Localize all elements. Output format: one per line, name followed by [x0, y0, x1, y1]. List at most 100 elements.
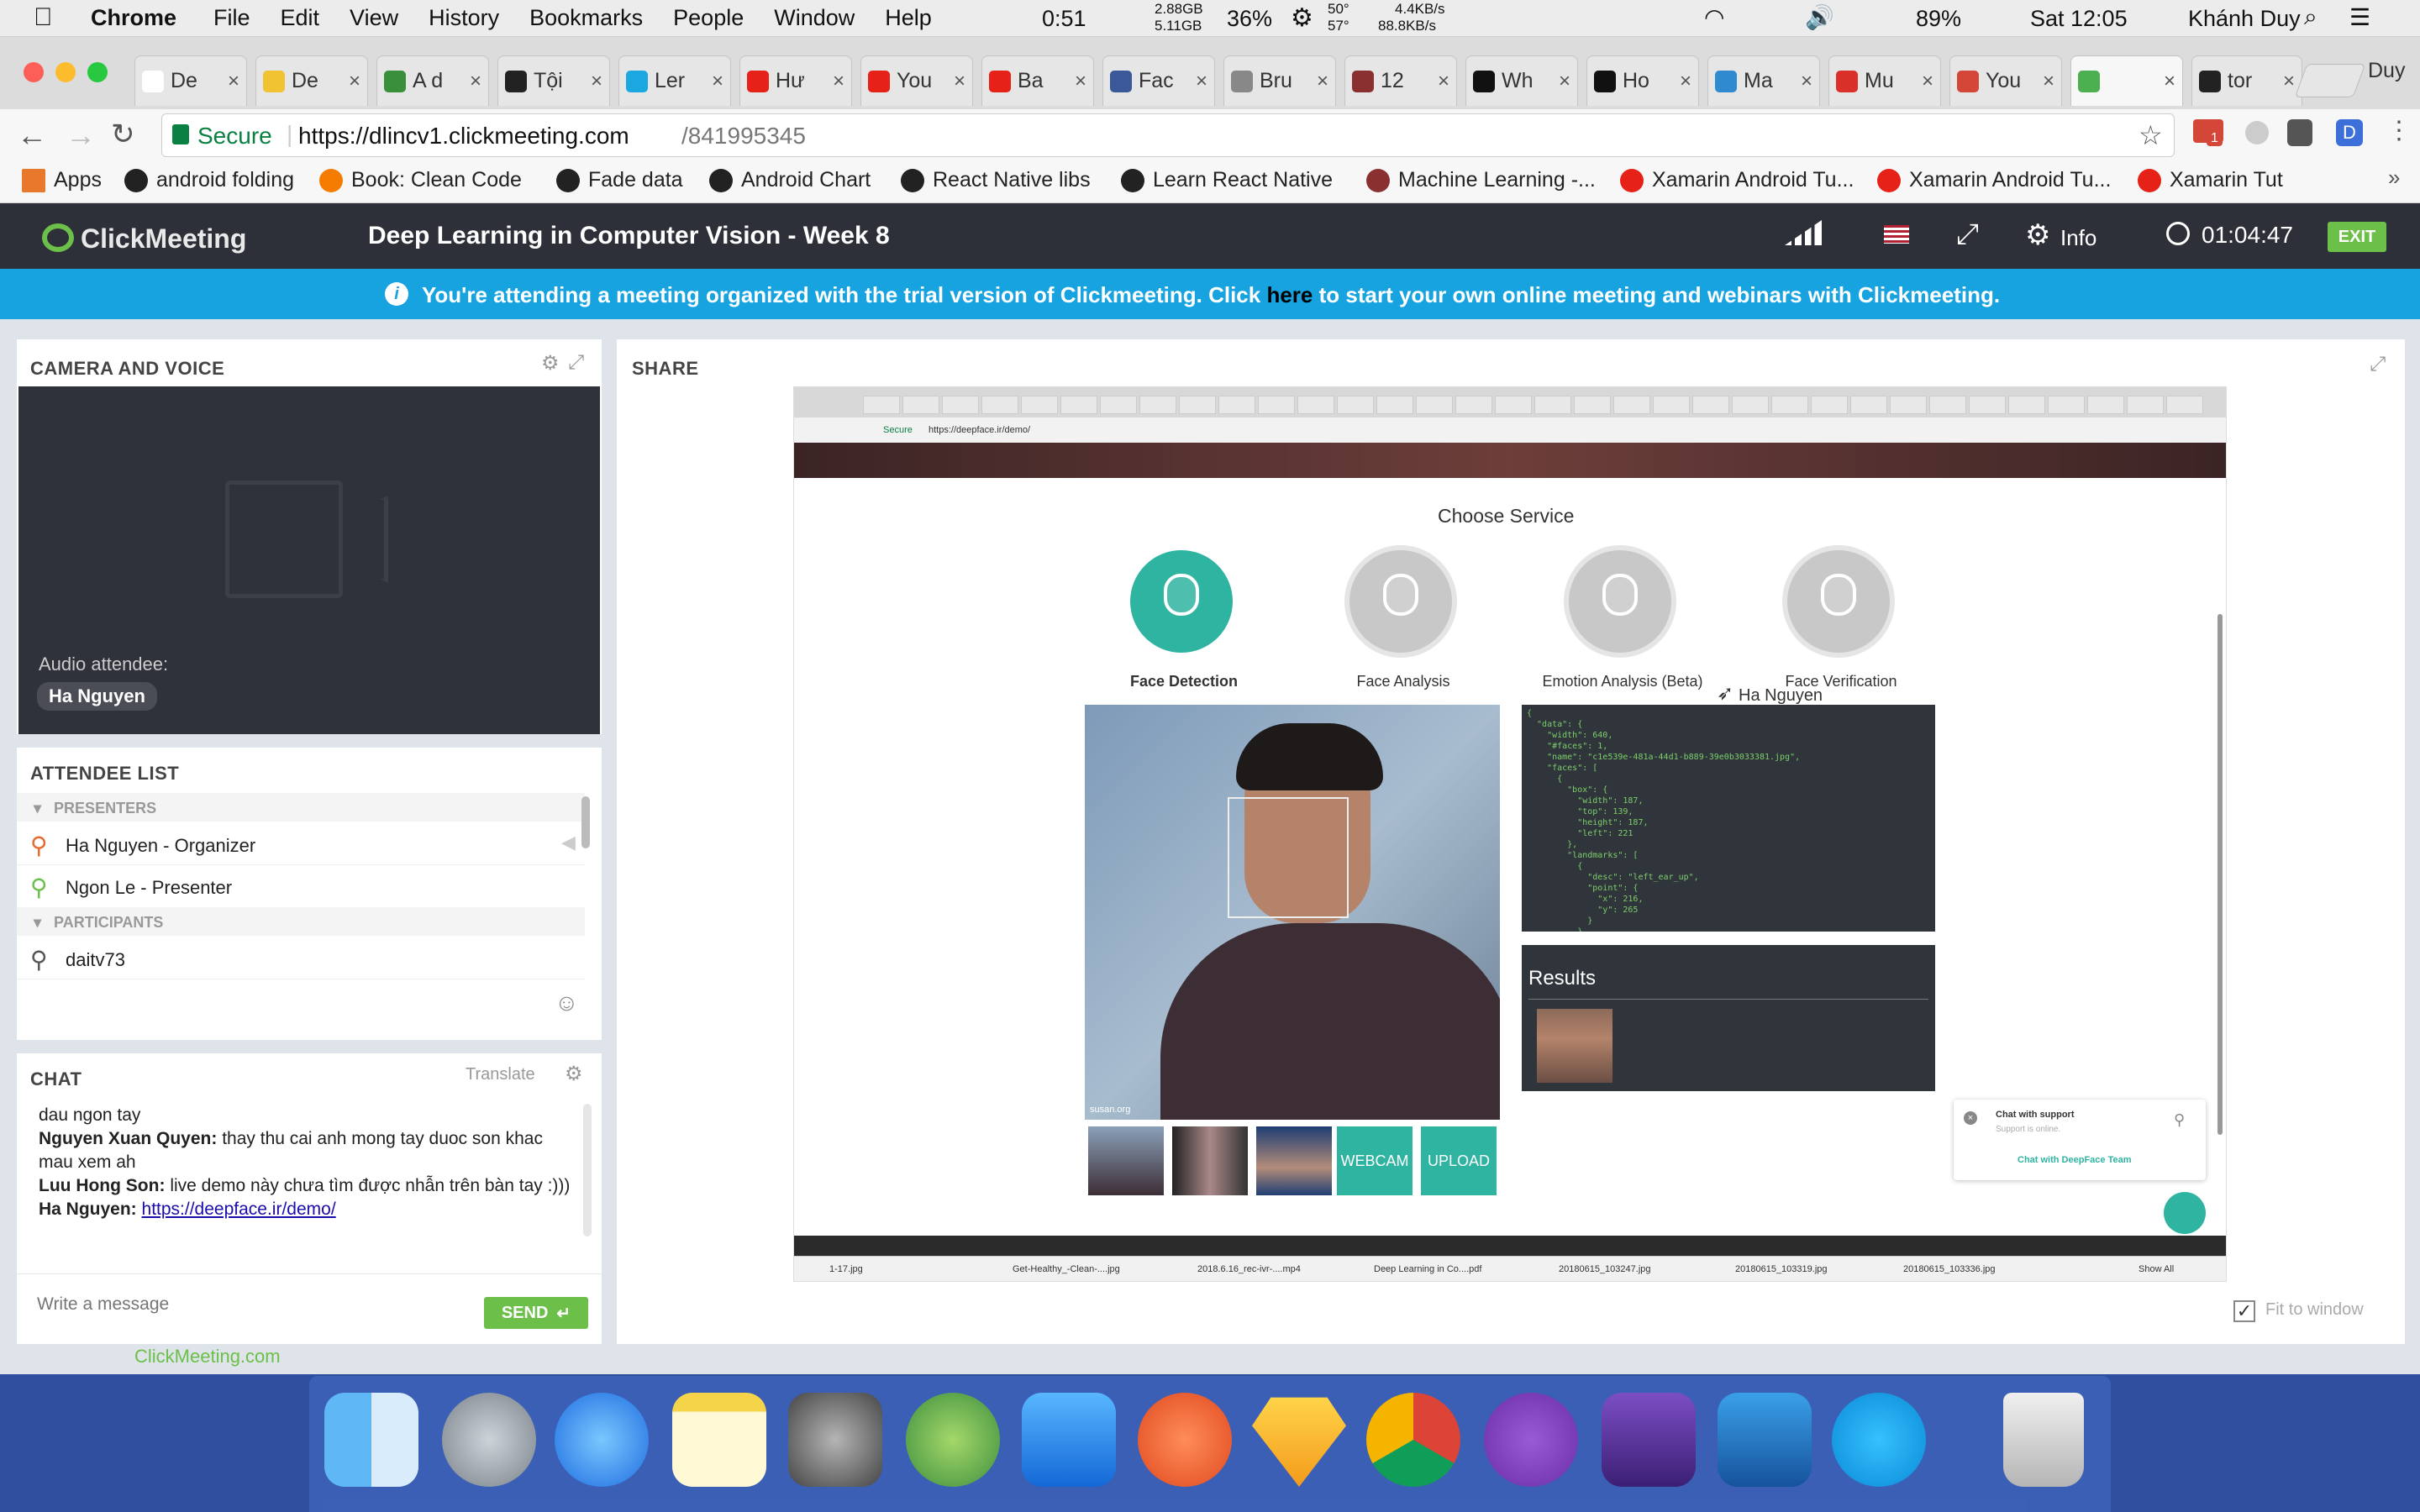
bookmark-item[interactable]: Learn React Native	[1121, 168, 1333, 192]
close-window-button[interactable]	[24, 62, 44, 82]
chrome-icon[interactable]	[1366, 1393, 1460, 1487]
visual-studio-icon[interactable]	[1602, 1393, 1696, 1487]
bookmark-item[interactable]: React Native libs	[901, 168, 1091, 192]
camera-expand-icon[interactable]: ⤢	[568, 351, 584, 375]
tab-close-icon[interactable]: ×	[1559, 70, 1570, 93]
maximize-window-button[interactable]	[87, 62, 108, 82]
download-item[interactable]: 1-17.jpg	[829, 1264, 863, 1274]
browser-tab[interactable]: You ×	[860, 55, 973, 106]
tab-close-icon[interactable]: ×	[1680, 70, 1691, 93]
browser-tab[interactable]: Fac ×	[1102, 55, 1215, 106]
bookmark-item[interactable]: Fade data	[556, 168, 683, 192]
apple-icon[interactable]: 	[34, 3, 53, 32]
tab-close-icon[interactable]: ×	[591, 70, 602, 93]
shared-scrollbar[interactable]	[2217, 614, 2223, 1135]
volume-icon[interactable]: 🔊	[1805, 3, 1834, 31]
notification-center-icon[interactable]: ☰	[2349, 3, 2370, 31]
skype-icon[interactable]	[1832, 1393, 1926, 1487]
tab-close-icon[interactable]: ×	[1801, 70, 1812, 93]
postman-icon[interactable]	[1138, 1393, 1232, 1487]
finder-icon[interactable]	[324, 1393, 418, 1487]
menu-help[interactable]: Help	[885, 5, 932, 31]
service-label[interactable]: Face Detection	[1092, 673, 1276, 690]
menu-view[interactable]: View	[350, 5, 398, 31]
tab-close-icon[interactable]: ×	[1075, 70, 1086, 93]
sample-thumbnail-1[interactable]	[1088, 1126, 1164, 1195]
tab-close-icon[interactable]: ×	[228, 70, 239, 93]
browser-tab[interactable]: De ×	[255, 55, 368, 106]
wifi-icon[interactable]: ◠	[1704, 3, 1724, 31]
upload-button[interactable]: UPLOAD	[1421, 1126, 1497, 1195]
bookmark-star-icon[interactable]: ☆	[2139, 119, 2163, 151]
sample-thumbnail-2[interactable]	[1172, 1126, 1248, 1195]
info-button[interactable]: Info	[2060, 225, 2096, 251]
service-face-analysis-icon[interactable]	[1344, 545, 1457, 658]
menu-people[interactable]: People	[673, 5, 744, 31]
participant-row[interactable]: ⚲ daitv73	[17, 937, 585, 979]
fullscreen-icon[interactable]: ⤢	[1956, 218, 1979, 251]
dashlane-extension-icon[interactable]: D	[2336, 119, 2363, 146]
tab-close-icon[interactable]: ×	[833, 70, 844, 93]
camera-settings-gear-icon[interactable]: ⚙	[541, 351, 560, 375]
browser-tab[interactable]: Mu ×	[1828, 55, 1941, 106]
forward-arrow-icon[interactable]: →	[66, 118, 96, 153]
chat-log[interactable]: dau ngon tay Nguyen Xuan Quyen: thay thu …	[39, 1104, 576, 1238]
info-gear-icon[interactable]: ⚙	[2025, 218, 2050, 252]
face-photo[interactable]: susan.org	[1085, 705, 1500, 1120]
tab-close-icon[interactable]: ×	[1317, 70, 1328, 93]
bookmark-item[interactable]: Book: Clean Code	[319, 168, 522, 192]
language-flag-icon[interactable]	[1884, 225, 1909, 244]
clock[interactable]: Sat 12:05	[2030, 6, 2128, 32]
bookmarks-overflow-icon[interactable]: »	[2388, 165, 2400, 191]
user-name[interactable]: Khánh Duy	[2188, 6, 2301, 32]
chat-message-input[interactable]	[37, 1285, 491, 1324]
bookmark-item[interactable]: Xamarin Android Tu...	[1620, 168, 1854, 192]
bookmark-item[interactable]: android folding	[124, 168, 294, 192]
download-item[interactable]: Get-Healthy_-Clean-....jpg	[1013, 1264, 1120, 1274]
tab-close-icon[interactable]: ×	[2283, 70, 2295, 93]
chat-settings-gear-icon[interactable]: ⚙	[565, 1062, 583, 1086]
support-close-icon[interactable]: ×	[1964, 1111, 1977, 1125]
support-chat-widget[interactable]: × Chat with support Support is online. ⚲…	[1954, 1100, 2206, 1180]
browser-tab[interactable]: You ×	[1949, 55, 2062, 106]
collapse-triangle-icon[interactable]: ▾	[34, 800, 45, 816]
tab-close-icon[interactable]: ×	[1196, 70, 1207, 93]
download-item[interactable]: Deep Learning in Co....pdf	[1374, 1264, 1481, 1274]
browser-tab[interactable]: A d ×	[376, 55, 489, 106]
browser-tab[interactable]: De ×	[134, 55, 247, 106]
browser-tab[interactable]: ×	[2070, 55, 2183, 106]
reload-icon[interactable]: ↻	[111, 118, 135, 151]
tab-close-icon[interactable]: ×	[954, 70, 965, 93]
tab-close-icon[interactable]: ×	[2164, 70, 2175, 93]
menu-dots-icon[interactable]: ⋮	[2386, 116, 2412, 145]
support-chat-bubble-icon[interactable]	[2164, 1192, 2206, 1234]
show-all-downloads[interactable]: Show All	[2139, 1264, 2174, 1274]
tab-close-icon[interactable]: ×	[2043, 70, 2054, 93]
chat-scrollbar[interactable]	[583, 1104, 592, 1236]
download-item[interactable]: 2018.6.16_rec-ivr-....mp4	[1197, 1264, 1301, 1274]
url-bar[interactable]: Secure | https://dlincv1.clickmeeting.co…	[161, 113, 2175, 157]
browser-tab[interactable]: Ho ×	[1586, 55, 1699, 106]
vscode-icon[interactable]	[1718, 1393, 1812, 1487]
new-tab-button[interactable]	[2294, 64, 2366, 97]
xcode-icon[interactable]	[1022, 1393, 1116, 1487]
tab-close-icon[interactable]: ×	[349, 70, 360, 93]
service-label[interactable]: Face Analysis	[1311, 673, 1496, 690]
trash-icon[interactable]	[2003, 1393, 2084, 1487]
fit-to-window-label[interactable]: Fit to window	[2265, 1300, 2364, 1320]
browser-tab[interactable]: tor ×	[2191, 55, 2302, 106]
minimize-window-button[interactable]	[55, 62, 76, 82]
browser-tab[interactable]: Hư ×	[739, 55, 852, 106]
sample-thumbnail-3[interactable]	[1256, 1126, 1332, 1195]
exit-button[interactable]: EXIT	[2328, 222, 2386, 252]
attendee-scrollbar[interactable]	[581, 796, 590, 848]
profile-name[interactable]: Duy	[2368, 59, 2405, 83]
presenter-row[interactable]: ⚲ Ngon Le - Presenter	[17, 865, 585, 907]
browser-tab[interactable]: Tội ×	[497, 55, 610, 106]
tab-close-icon[interactable]: ×	[470, 70, 481, 93]
bookmark-item[interactable]: Apps	[22, 168, 102, 192]
browser-tab[interactable]: 12 ×	[1344, 55, 1457, 106]
menu-edit[interactable]: Edit	[281, 5, 320, 31]
service-face-verification-icon[interactable]	[1782, 545, 1895, 658]
bookmark-item[interactable]: Android Chart	[709, 168, 871, 192]
